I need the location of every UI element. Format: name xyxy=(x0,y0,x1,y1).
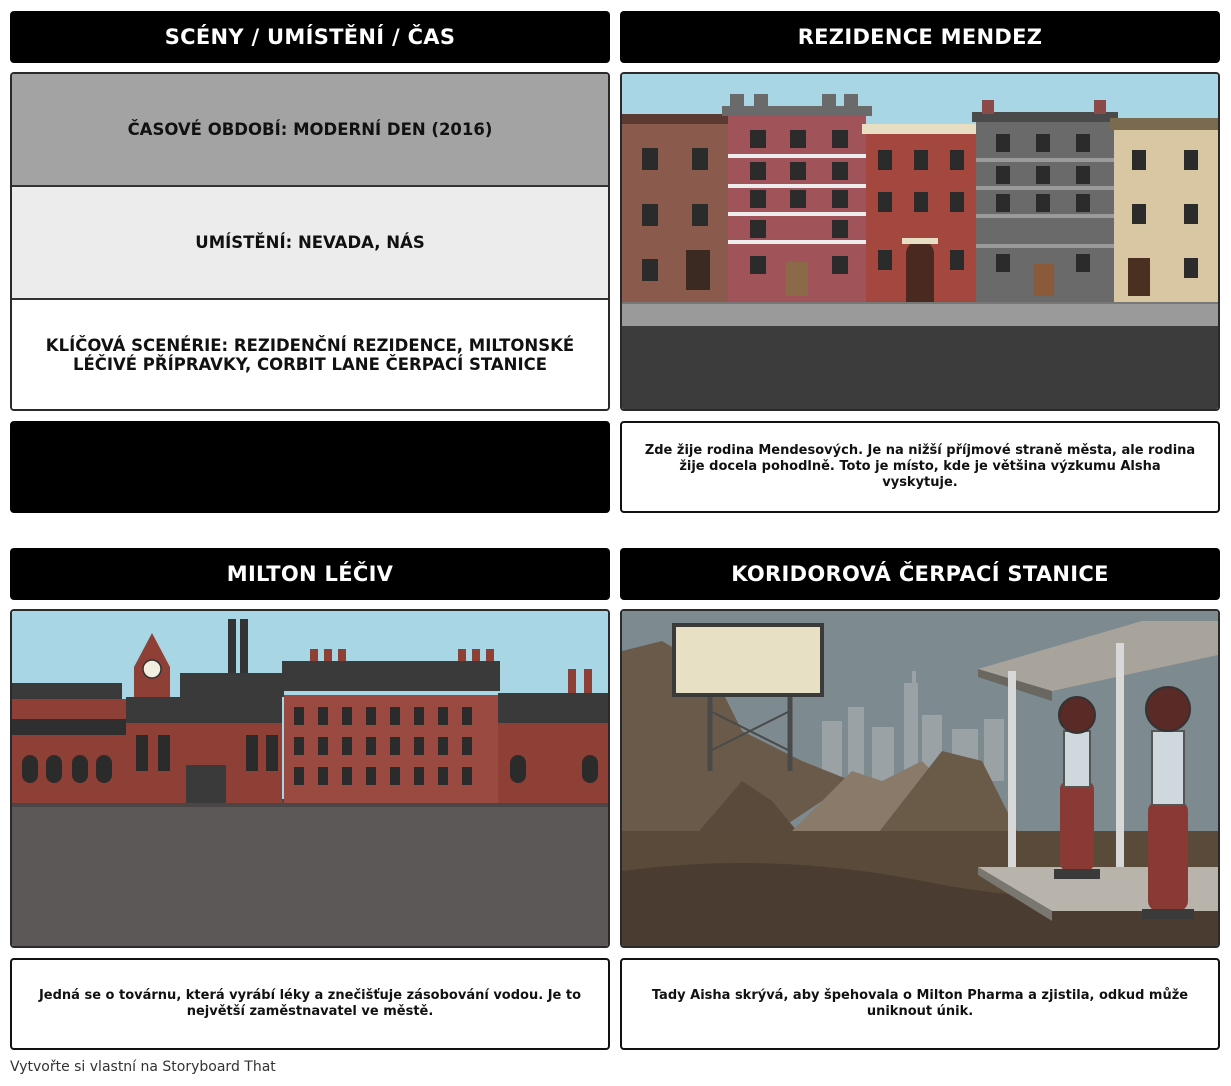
panel-4-title: KORIDOROVÁ ČERPACÍ STANICE xyxy=(620,548,1220,600)
footer-credit[interactable]: Vytvořte si vlastní na Storyboard That xyxy=(10,1059,276,1075)
location-row: UMÍSTĚNÍ: NEVADA, NÁS xyxy=(12,187,608,300)
panel-4-caption: Tady Aisha skrývá, aby špehovala o Milto… xyxy=(620,958,1220,1050)
residence-scene-image xyxy=(620,72,1220,411)
panel-2-caption: Zde žije rodina Mendesových. Je na nižší… xyxy=(620,421,1220,513)
factory-scene-image xyxy=(10,609,610,948)
panel-2-title: REZIDENCE MENDEZ xyxy=(620,11,1220,63)
panel-3-caption: Jedná se o továrnu, která vyrábí léky a … xyxy=(10,958,610,1050)
gas-station-scene-image xyxy=(620,609,1220,948)
panel-3-title: MILTON LÉČIV xyxy=(10,548,610,600)
panel-1-caption xyxy=(10,421,610,513)
panel-1-info-table: ČASOVÉ OBDOBÍ: MODERNÍ DEN (2016) UMÍSTĚ… xyxy=(10,72,610,411)
key-scenery-row: KLÍČOVÁ SCENÉRIE: REZIDENČNÍ REZIDENCE, … xyxy=(12,300,608,409)
time-period-row: ČASOVÉ OBDOBÍ: MODERNÍ DEN (2016) xyxy=(12,74,608,187)
panel-1-title: SCÉNY / UMÍSTĚNÍ / ČAS xyxy=(10,11,610,63)
